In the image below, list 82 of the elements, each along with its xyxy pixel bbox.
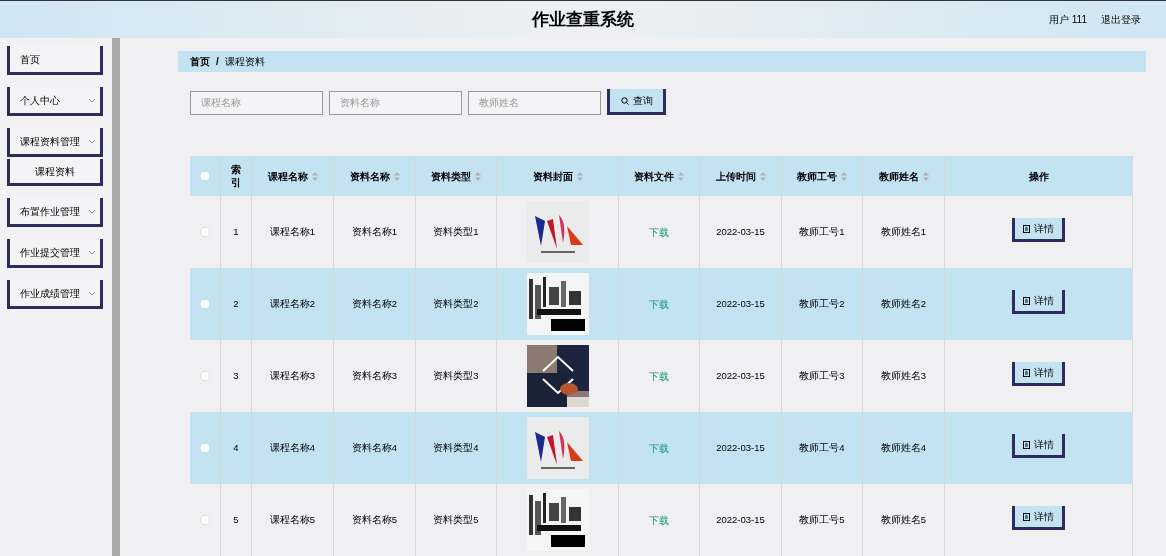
sort-icon[interactable] [576,171,583,181]
search-field[interactable]: 资料名称 [329,90,462,115]
table-cell-text: 教师工号2 [799,296,845,311]
sort-icon[interactable] [678,171,684,181]
chevron-down-icon [88,138,96,144]
document-icon [1023,440,1030,449]
sidebar-item[interactable]: 布置作业管理 [7,198,103,227]
table-cell-text: 资料类型3 [433,368,479,383]
sort-icon[interactable] [759,171,766,181]
table-cell-text: 资料类型4 [433,440,479,455]
table-cell-text: 资料名称1 [351,224,398,239]
detail-button[interactable]: 详情 [1012,506,1065,530]
table-cell-text: 教师工号1 [799,224,845,239]
checkbox[interactable] [200,227,210,237]
breadcrumb-separator: / [216,55,219,69]
table-cell-text: 资料类型5 [433,512,479,527]
sidebar-item[interactable]: 课程资料管理 [7,128,103,157]
table-cell-text: 4 [233,440,239,455]
chevron-down-icon [88,290,96,296]
sort-icon[interactable] [922,171,929,181]
logout-link[interactable]: 退出登录 [1101,12,1141,27]
user-label: 用户 111 [1049,13,1087,27]
table-cell-text: 教师工号4 [799,440,845,455]
detail-button[interactable]: 详情 [1012,362,1065,386]
table-cell-text: 课程名称5 [269,512,316,527]
sidebar-subitem[interactable]: 课程资料 [7,159,103,186]
table-cell-text: 教师姓名4 [880,440,927,455]
sidebar-item[interactable]: 首页 [7,46,103,75]
table-cell-text: 3 [233,368,239,383]
search-button[interactable]: 查询 [607,89,666,115]
table-cell-text: 课程名称1 [269,224,316,239]
checkbox[interactable] [200,371,210,381]
breadcrumb-link[interactable]: 首页 [190,54,210,69]
table-cell-text: 教师姓名1 [880,224,927,239]
table-cell-text: 2022-03-15 [716,512,765,527]
document-icon [1023,512,1030,521]
document-icon [1023,368,1030,377]
sidebar-item[interactable]: 个人中心 [7,87,103,116]
table-cell-text: 5 [233,512,239,527]
table-cell-text: 课程名称2 [269,296,316,311]
table-cell-text: 1 [233,224,239,239]
table-cell-text: 资料类型2 [433,296,479,311]
search-field[interactable]: 课程名称 [190,90,323,115]
table-cell-text: 2022-03-15 [716,224,765,239]
detail-button[interactable]: 详情 [1012,434,1065,458]
table-cell-text: 2022-03-15 [716,440,765,455]
table-cell-text: 资料名称2 [351,296,398,311]
chevron-down-icon [88,97,96,103]
table-cell-text: 教师姓名5 [880,512,927,527]
table-cell-text: 资料名称3 [351,368,398,383]
sort-icon[interactable] [841,171,847,181]
chevron-down-icon [88,208,96,214]
sort-icon[interactable] [475,171,481,181]
checkbox[interactable] [200,171,210,181]
table-cell-text: 2022-03-15 [716,368,765,383]
detail-button[interactable]: 详情 [1012,218,1065,242]
table-cell-text: 课程名称3 [269,368,316,383]
sort-icon[interactable] [393,171,400,181]
table-cell-text: 教师姓名2 [880,296,927,311]
app-title: 作业查重系统 [532,8,634,31]
table-cell-text: 资料名称4 [351,440,398,455]
checkbox[interactable] [200,515,210,525]
sidebar-item[interactable]: 作业提交管理 [7,239,103,268]
table-cell-text: 2 [233,296,239,311]
checkbox[interactable] [200,443,210,453]
table-cell-text: 2022-03-15 [716,296,765,311]
document-icon [1023,296,1030,305]
chevron-down-icon [88,249,96,255]
table-cell-text: 教师工号5 [799,512,845,527]
table-cell-text: 教师工号3 [799,368,845,383]
checkbox[interactable] [200,299,210,309]
sort-icon[interactable] [311,171,318,181]
table-cell-text: 资料名称5 [351,512,398,527]
search-field[interactable]: 教师姓名 [468,90,601,115]
table-cell-text: 课程名称4 [269,440,316,455]
document-icon [1023,224,1030,233]
table-cell-text: 教师姓名3 [880,368,927,383]
sidebar-item[interactable]: 作业成绩管理 [7,280,103,309]
table-cell-text: 资料类型1 [433,224,479,239]
detail-button[interactable]: 详情 [1012,290,1065,314]
search-icon [620,96,629,105]
breadcrumb-link[interactable]: 课程资料 [224,54,265,69]
